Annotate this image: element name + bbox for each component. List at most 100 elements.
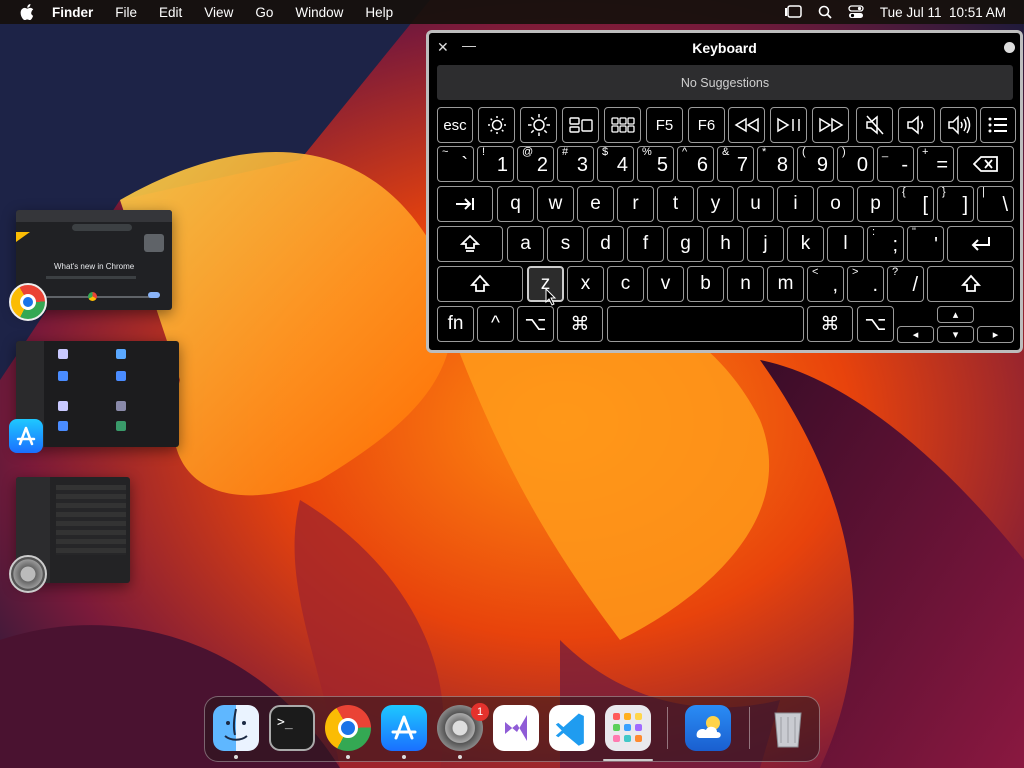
up-arrow-key[interactable]: ▴ bbox=[937, 306, 974, 323]
menu-file[interactable]: File bbox=[115, 5, 137, 20]
key-3[interactable]: #3 bbox=[557, 146, 594, 182]
key-t[interactable]: t bbox=[657, 186, 694, 222]
key-g[interactable]: g bbox=[667, 226, 704, 262]
key-b[interactable]: b bbox=[687, 266, 724, 302]
key-main-label: 3 bbox=[576, 154, 588, 176]
menu-bar-clock[interactable]: Tue Jul 11 10:51 AM bbox=[880, 5, 1006, 20]
key-punct-b0[interactable]: <, bbox=[807, 266, 844, 302]
key-`[interactable]: ~ ` bbox=[437, 146, 474, 182]
finder-icon[interactable] bbox=[213, 705, 259, 751]
option-key[interactable]: ⌥ bbox=[517, 306, 554, 342]
launchpad-icon[interactable] bbox=[605, 705, 651, 751]
key-0[interactable]: ) 0 bbox=[837, 146, 874, 182]
visual-studio-icon[interactable] bbox=[493, 705, 539, 751]
rewind-key[interactable] bbox=[728, 107, 765, 143]
menu-help[interactable]: Help bbox=[365, 5, 393, 20]
key-i[interactable]: i bbox=[777, 186, 814, 222]
key-q[interactable]: q bbox=[497, 186, 534, 222]
key-j[interactable]: j bbox=[747, 226, 784, 262]
key-bracket-1[interactable]: }] bbox=[937, 186, 974, 222]
play-pause-key[interactable] bbox=[770, 107, 807, 143]
key-s[interactable]: s bbox=[547, 226, 584, 262]
spotlight-search-icon[interactable] bbox=[818, 5, 832, 19]
key-f5[interactable]: F5 bbox=[646, 107, 683, 143]
down-arrow-key[interactable]: ▾ bbox=[937, 326, 974, 343]
menu-edit[interactable]: Edit bbox=[159, 5, 182, 20]
key-n[interactable]: n bbox=[727, 266, 764, 302]
fn-key[interactable]: fn bbox=[437, 306, 474, 342]
key-d[interactable]: d bbox=[587, 226, 624, 262]
key-h[interactable]: h bbox=[707, 226, 744, 262]
key-r[interactable]: r bbox=[617, 186, 654, 222]
key-esc[interactable]: esc bbox=[437, 107, 473, 143]
command-key[interactable]: ⌘ bbox=[557, 306, 603, 342]
key-w[interactable]: w bbox=[537, 186, 574, 222]
brightness-up-key[interactable] bbox=[520, 107, 557, 143]
space-key[interactable] bbox=[607, 306, 804, 342]
return-key[interactable] bbox=[947, 226, 1014, 262]
key-8[interactable]: * 8 bbox=[757, 146, 794, 182]
chrome-icon[interactable] bbox=[325, 705, 371, 751]
key-punct-1[interactable]: " ' bbox=[907, 226, 944, 262]
key-c[interactable]: c bbox=[607, 266, 644, 302]
key-y[interactable]: y bbox=[697, 186, 734, 222]
volume-down-key[interactable] bbox=[898, 107, 935, 143]
key-p[interactable]: p bbox=[857, 186, 894, 222]
trash-icon[interactable] bbox=[765, 705, 811, 751]
delete-key[interactable] bbox=[957, 146, 1014, 182]
control-key[interactable]: ^ bbox=[477, 306, 514, 342]
key-4[interactable]: $4 bbox=[597, 146, 634, 182]
mute-key[interactable] bbox=[856, 107, 893, 143]
apple-menu-icon[interactable] bbox=[20, 4, 34, 20]
tab-key[interactable] bbox=[437, 186, 493, 222]
fast-forward-key[interactable] bbox=[812, 107, 849, 143]
key-v[interactable]: v bbox=[647, 266, 684, 302]
key-2[interactable]: @2 bbox=[517, 146, 554, 182]
brightness-down-key[interactable] bbox=[478, 107, 515, 143]
vscode-icon[interactable] bbox=[549, 705, 595, 751]
key-9[interactable]: (9 bbox=[797, 146, 834, 182]
menu-view[interactable]: View bbox=[204, 5, 233, 20]
key-5[interactable]: % 5 bbox=[637, 146, 674, 182]
key-7[interactable]: & 7 bbox=[717, 146, 754, 182]
key-k[interactable]: k bbox=[787, 226, 824, 262]
control-center-icon[interactable] bbox=[848, 5, 864, 19]
right-command-key[interactable]: ⌘ bbox=[807, 306, 853, 342]
app-store-icon[interactable] bbox=[381, 705, 427, 751]
left-arrow-key[interactable]: ◂ bbox=[897, 326, 934, 343]
key-u[interactable]: u bbox=[737, 186, 774, 222]
key-e[interactable]: e bbox=[577, 186, 614, 222]
right-option-key[interactable]: ⌥ bbox=[857, 306, 894, 342]
stage-manager-icon[interactable] bbox=[784, 5, 802, 19]
key-=[interactable]: + = bbox=[917, 146, 954, 182]
menu-window[interactable]: Window bbox=[295, 5, 343, 20]
key-bracket-0[interactable]: {[ bbox=[897, 186, 934, 222]
right-arrow-key[interactable]: ▸ bbox=[977, 326, 1014, 343]
key-a[interactable]: a bbox=[507, 226, 544, 262]
key-f6[interactable]: F6 bbox=[688, 107, 725, 143]
mission-control-key[interactable] bbox=[562, 107, 599, 143]
launchpad-key[interactable] bbox=[604, 107, 641, 143]
terminal-icon[interactable]: >_ bbox=[269, 705, 315, 751]
key-o[interactable]: o bbox=[817, 186, 854, 222]
key-l[interactable]: l bbox=[827, 226, 864, 262]
key-f[interactable]: f bbox=[627, 226, 664, 262]
menu-app-name[interactable]: Finder bbox=[52, 5, 93, 20]
key-punct-0[interactable]: :; bbox=[867, 226, 904, 262]
key--[interactable]: _ - bbox=[877, 146, 914, 182]
right-shift-key[interactable] bbox=[927, 266, 1014, 302]
volume-up-key[interactable] bbox=[940, 107, 977, 143]
key-bracket-2[interactable]: | \ bbox=[977, 186, 1014, 222]
more-options-icon[interactable] bbox=[1004, 36, 1015, 53]
key-1[interactable]: ! 1 bbox=[477, 146, 514, 182]
menu-go[interactable]: Go bbox=[255, 5, 273, 20]
key-punct-b2[interactable]: ? / bbox=[887, 266, 924, 302]
weather-icon[interactable] bbox=[685, 705, 731, 751]
key-6[interactable]: ^ 6 bbox=[677, 146, 714, 182]
caps-lock-key[interactable] bbox=[437, 226, 503, 262]
left-shift-key[interactable] bbox=[437, 266, 523, 302]
list-key[interactable] bbox=[980, 107, 1016, 143]
key-m[interactable]: m bbox=[767, 266, 804, 302]
key-x[interactable]: x bbox=[567, 266, 604, 302]
key-punct-b1[interactable]: >. bbox=[847, 266, 884, 302]
